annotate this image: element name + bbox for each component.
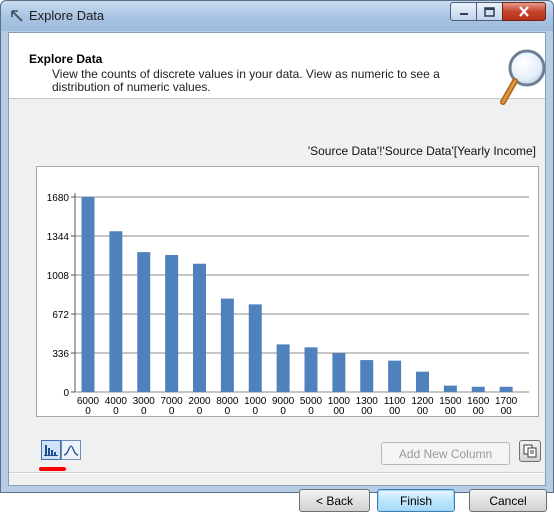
dialog-client-area: Explore Data View the counts of discrete…: [8, 32, 547, 512]
distribution-curve-icon: [64, 445, 78, 456]
x-tick-label-line2: 0: [169, 406, 175, 417]
histogram-svg: 0336672100813441680600004000030000700002…: [47, 193, 529, 417]
y-tick-label: 336: [52, 349, 69, 360]
footer-separator: [9, 472, 545, 474]
x-tick-label-line2: 0: [225, 406, 231, 417]
y-tick-label: 1008: [47, 271, 70, 282]
histogram-bar: [193, 263, 206, 392]
histogram-bar: [304, 347, 318, 392]
y-tick-label: 1344: [47, 232, 70, 243]
x-tick-label-line2: 00: [361, 406, 373, 417]
x-tick-label-line2: 00: [445, 406, 457, 417]
histogram-icon: [44, 445, 58, 456]
histogram-bar: [360, 360, 374, 392]
magnifier-icon: [500, 49, 546, 105]
close-button[interactable]: [502, 2, 546, 21]
histogram-bar: [416, 371, 429, 392]
page-title: Explore Data: [29, 52, 103, 66]
annotation-underline: [39, 467, 66, 471]
x-tick-label-line2: 0: [113, 406, 119, 417]
histogram-bar: [137, 252, 151, 392]
close-icon: [519, 6, 529, 17]
histogram-bar: [248, 304, 262, 392]
histogram-bar: [165, 255, 179, 392]
copy-icon: [523, 444, 537, 458]
chart-column-caption: 'Source Data'!'Source Data'[Yearly Incom…: [307, 144, 536, 158]
minimize-button[interactable]: [450, 2, 477, 21]
histogram-view-button[interactable]: [41, 440, 61, 460]
finish-button[interactable]: Finish: [377, 489, 455, 512]
x-tick-label-line2: 0: [85, 406, 91, 417]
x-tick-label-line2: 0: [197, 406, 203, 417]
x-tick-label-line2: 00: [389, 406, 401, 417]
histogram-bar: [499, 386, 513, 392]
histogram-bar: [220, 298, 234, 392]
x-tick-label-line2: 0: [280, 406, 286, 417]
distribution-view-button[interactable]: [61, 440, 81, 460]
y-tick-label: 0: [63, 388, 69, 399]
minimize-icon: [459, 12, 468, 15]
histogram-bar: [332, 353, 346, 392]
wizard-header: Explore Data View the counts of discrete…: [9, 33, 546, 105]
x-tick-label-line2: 0: [252, 406, 258, 417]
maximize-icon: [484, 6, 495, 17]
title-bar[interactable]: Explore Data: [1, 1, 553, 31]
histogram-chart: 0 336 672 1008 1344 1680 6000 0 4000 0 3000 0 7000 0 2…: [36, 166, 539, 417]
histogram-bar: [276, 344, 290, 392]
cancel-button[interactable]: Cancel: [469, 489, 547, 512]
copy-button[interactable]: [519, 440, 541, 462]
back-button[interactable]: < Back: [299, 489, 370, 512]
x-tick-label-line2: 00: [333, 406, 345, 417]
add-new-column-button[interactable]: Add New Column: [381, 442, 510, 465]
maximize-button[interactable]: [476, 2, 503, 21]
histogram-bar: [443, 385, 457, 392]
y-tick-label: 672: [52, 310, 69, 321]
histogram-bar: [81, 197, 95, 392]
explore-data-window: Explore Data Explore Data View the count…: [0, 0, 554, 512]
x-tick-label-line2: 00: [417, 406, 429, 417]
window-title: Explore Data: [29, 8, 105, 23]
histogram-bar: [388, 360, 402, 392]
x-tick-label-line2: 00: [501, 406, 513, 417]
x-tick-label-line2: 00: [473, 406, 485, 417]
page-description: View the counts of discrete values in yo…: [52, 67, 440, 94]
x-tick-label-line2: 0: [141, 406, 147, 417]
y-tick-label: 1680: [47, 193, 70, 204]
histogram-bar: [471, 386, 485, 392]
histogram-bar: [109, 231, 123, 392]
x-tick-label-line2: 0: [308, 406, 314, 417]
cursor-icon: [11, 10, 23, 22]
